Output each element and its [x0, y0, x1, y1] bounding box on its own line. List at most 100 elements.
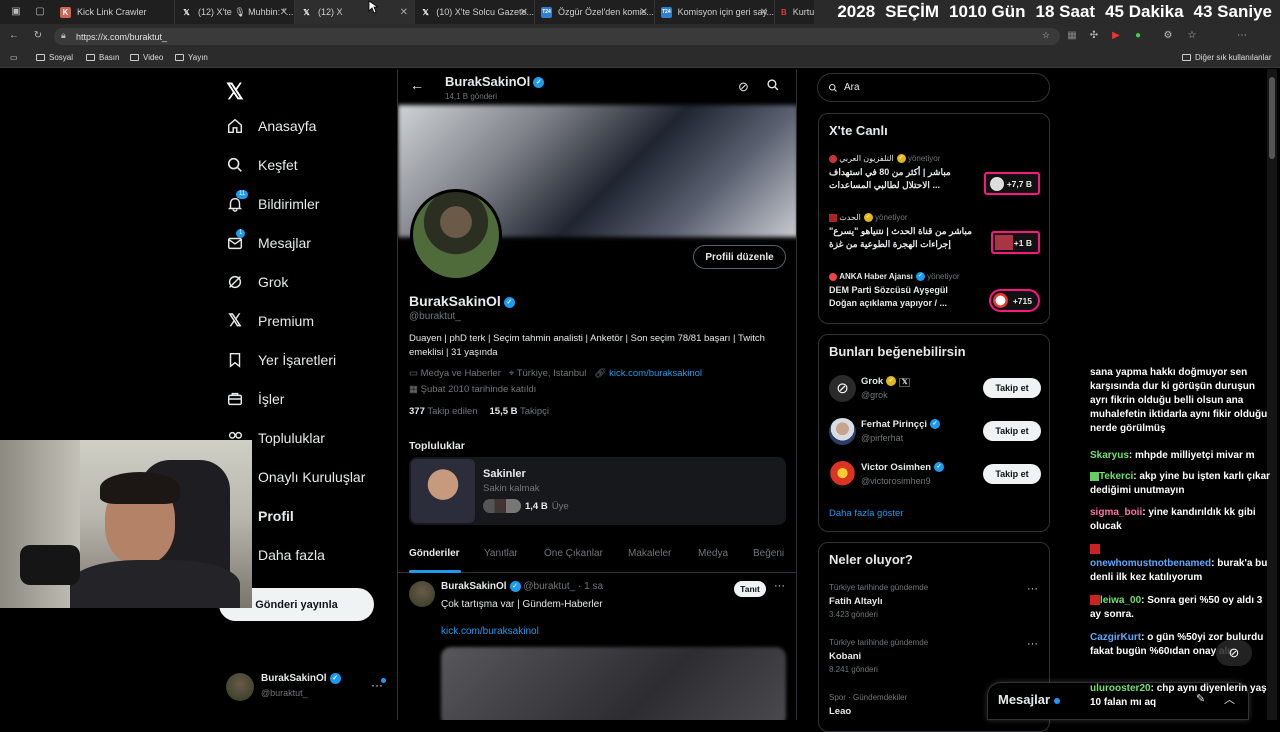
community-card[interactable]: Sakinler Sakin kalmak 1,4 B Üye: [409, 457, 786, 525]
close-icon[interactable]: ✕: [640, 7, 648, 18]
chat-badge-icon: [1090, 544, 1100, 555]
account-handle: @buraktut_: [261, 688, 308, 698]
nav-premium[interactable]: 𝕏 Premium: [226, 311, 314, 330]
follow-button[interactable]: Takip et: [983, 378, 1041, 398]
suggested-user[interactable]: ⊘ Grok ✓ 𝕏 @grok Takip et: [819, 371, 1049, 413]
following-stat[interactable]: 377 Takip edilen: [409, 406, 478, 417]
bookmark-folder-yayin[interactable]: Yayın: [175, 53, 208, 62]
more-options-icon[interactable]: ···: [1027, 583, 1038, 595]
scrollbar-thumb[interactable]: [1269, 77, 1275, 159]
tab-5[interactable]: T24 Komisyon için geri say... ✕: [655, 0, 775, 24]
browser-tab-bar: ▣ ▢ K Kick Link Crawler 𝕏 (12) X'te 🎙 Muhb…: [0, 0, 1280, 24]
streamer-hair: [100, 472, 180, 504]
tab-articles[interactable]: Makaleler: [628, 548, 671, 559]
more-options-icon[interactable]: ···: [774, 580, 785, 592]
search-box[interactable]: Ara: [817, 73, 1050, 102]
trend-item[interactable]: Türkiye tarihinde gündemde Fatih Altaylı…: [819, 581, 1049, 631]
countdown-days: 1010 Gün: [949, 2, 1026, 21]
close-icon[interactable]: ✕: [520, 7, 528, 18]
profile-avatar[interactable]: [410, 189, 502, 281]
grok-analyze-icon[interactable]: ⊘: [738, 79, 749, 95]
tab-likes[interactable]: Beğeni: [753, 548, 784, 559]
more-options-icon[interactable]: ···: [1027, 638, 1038, 650]
link-item[interactable]: 🔗︎ kick.com/buraksakinol: [594, 368, 702, 379]
live-item[interactable]: التلفزيون العربي ✓ yönetiyor مباشر | أكثر…: [829, 154, 1041, 204]
bookmark-folder-basin[interactable]: Basın: [86, 53, 119, 62]
profile-link[interactable]: kick.com/buraksakinol: [609, 368, 702, 379]
tab-6[interactable]: B Kurtu...: [775, 0, 815, 24]
other-bookmarks[interactable]: Diğer sık kullanılanlar: [1182, 53, 1271, 62]
tab-posts[interactable]: Gönderiler: [409, 548, 460, 559]
refresh-icon[interactable]: ↻: [32, 30, 44, 42]
nav-messages[interactable]: 1 Mesajlar: [226, 229, 311, 252]
tab-media[interactable]: Medya: [698, 548, 728, 559]
collections-icon[interactable]: ▭: [10, 53, 18, 62]
address-bar[interactable]: 🔒︎ https://x.com/buraktut_ ☆: [54, 28, 1060, 45]
chat-message: Skaryus: mhpde milliyetçi mivar m: [1090, 450, 1255, 461]
nav-bookmarks[interactable]: Yer İşaretleri: [226, 351, 336, 369]
tab-highlights[interactable]: Öne Çıkanlar: [544, 548, 603, 559]
close-icon[interactable]: ✕: [400, 7, 408, 18]
chat-user: sigma_boii: [1090, 507, 1143, 518]
nav-jobs[interactable]: İşler: [226, 390, 284, 408]
followers-stat[interactable]: 15,5 B Takipçi: [490, 406, 550, 417]
extension-icon[interactable]: ▦: [1066, 30, 1078, 42]
search-icon[interactable]: [766, 78, 780, 97]
post-link[interactable]: kick.com/buraksakinol: [441, 626, 539, 637]
favorite-star-icon[interactable]: ☆: [1042, 30, 1050, 41]
profile-meta: ▭ Medya ve Haberler ⌖ Türkiye, Istanbul …: [409, 368, 702, 379]
lock-icon: 🔒︎: [61, 30, 66, 40]
location-item: ⌖ Türkiye, Istanbul: [509, 368, 587, 379]
suggested-user[interactable]: Ferhat Pirinççi ✓ @pirferhat Takip et: [819, 414, 1049, 456]
folder-icon: [36, 54, 45, 61]
tab-actions-icon[interactable]: ▢: [34, 6, 46, 18]
nav-notifications[interactable]: 11 Bildirimler: [226, 190, 319, 213]
back-arrow-icon[interactable]: ←: [410, 77, 424, 93]
post-item[interactable]: BurakSakinOl ✓ @buraktut_ · 1 sa Tanıt ··…: [398, 574, 796, 720]
workspaces-icon[interactable]: ▣: [10, 6, 22, 18]
x-logo-icon[interactable]: 𝕏: [226, 79, 244, 105]
nav-explore[interactable]: Keşfet: [226, 156, 298, 174]
grok-floating-icon[interactable]: ⊘: [1216, 640, 1252, 666]
suggested-user[interactable]: Victor Osimhen ✓ @victorosimhen9 Takip et: [819, 457, 1049, 499]
joined-text: Şubat 2010 tarihinde katıldı: [420, 384, 537, 395]
tab-3[interactable]: 𝕏 (10) X'te Solcu Gazete... ✕: [415, 0, 535, 24]
extension-icon[interactable]: ●: [1132, 30, 1144, 42]
live-item[interactable]: ANKA Haber Ajansı ✓ yönetiyor DEM Parti S…: [829, 272, 1041, 322]
show-more-link[interactable]: Daha fazla göster: [829, 508, 903, 519]
nav-grok[interactable]: Grok: [226, 273, 288, 291]
tab-0[interactable]: K Kick Link Crawler: [54, 0, 175, 24]
extension-icon[interactable]: ✣: [1088, 30, 1100, 42]
post-author: BurakSakinOl: [441, 581, 507, 593]
edit-profile-button[interactable]: Profili düzenle: [693, 245, 786, 269]
follow-button[interactable]: Takip et: [983, 421, 1041, 441]
close-icon[interactable]: ✕: [280, 7, 288, 18]
more-icon[interactable]: ⋯: [1236, 30, 1248, 42]
chat-message: sigma_boii: yine kandırıldık kk gibi olu…: [1090, 507, 1256, 532]
tab-1[interactable]: 𝕏 (12) X'te 🎙 Muhbin: "... ✕: [175, 0, 295, 24]
favorites-icon[interactable]: ☆: [1186, 30, 1198, 42]
follow-button[interactable]: Takip et: [983, 464, 1041, 484]
back-arrow-icon[interactable]: ←: [8, 30, 20, 42]
promote-button[interactable]: Tanıt: [734, 581, 766, 597]
election-countdown-overlay: 2028 SEÇİM 1010 Gün 18 Saat 45 Dakika 43…: [814, 0, 1280, 24]
close-icon[interactable]: ✕: [760, 7, 768, 18]
tab-label: (12) X: [318, 7, 343, 17]
extension-icon[interactable]: ⚙: [1162, 30, 1174, 42]
live-item[interactable]: الحدث ✓ yönetiyor مباشر من قناة الحدث | ن…: [829, 213, 1041, 263]
extension-icon[interactable]: ▶: [1110, 30, 1122, 42]
trend-item[interactable]: Türkiye tarihinde gündemde Kobani 8.241 …: [819, 636, 1049, 686]
bookmark-folder-video[interactable]: Video: [130, 53, 163, 62]
location-text: Türkiye, Istanbul: [516, 368, 587, 379]
trend-context: Türkiye tarihinde gündemde: [829, 583, 929, 592]
post-count: 14,1 B gönderi: [445, 92, 498, 101]
nav-home[interactable]: Anasayfa: [226, 117, 316, 135]
post-media-image[interactable]: [441, 647, 786, 720]
tab-2-active[interactable]: 𝕏 (12) X ✕: [295, 0, 415, 24]
account-switcher[interactable]: BurakSakinOl ✓ @buraktut_ ···: [226, 670, 391, 704]
bookmark-folder-sosyal[interactable]: Sosyal: [36, 53, 73, 62]
tab-replies[interactable]: Yanıtlar: [484, 548, 518, 559]
notification-badge: 11: [236, 190, 249, 199]
live-host: التلفزيون العربي: [839, 154, 894, 163]
tab-4[interactable]: T24 Özgür Özel'den komis... ✕: [535, 0, 655, 24]
